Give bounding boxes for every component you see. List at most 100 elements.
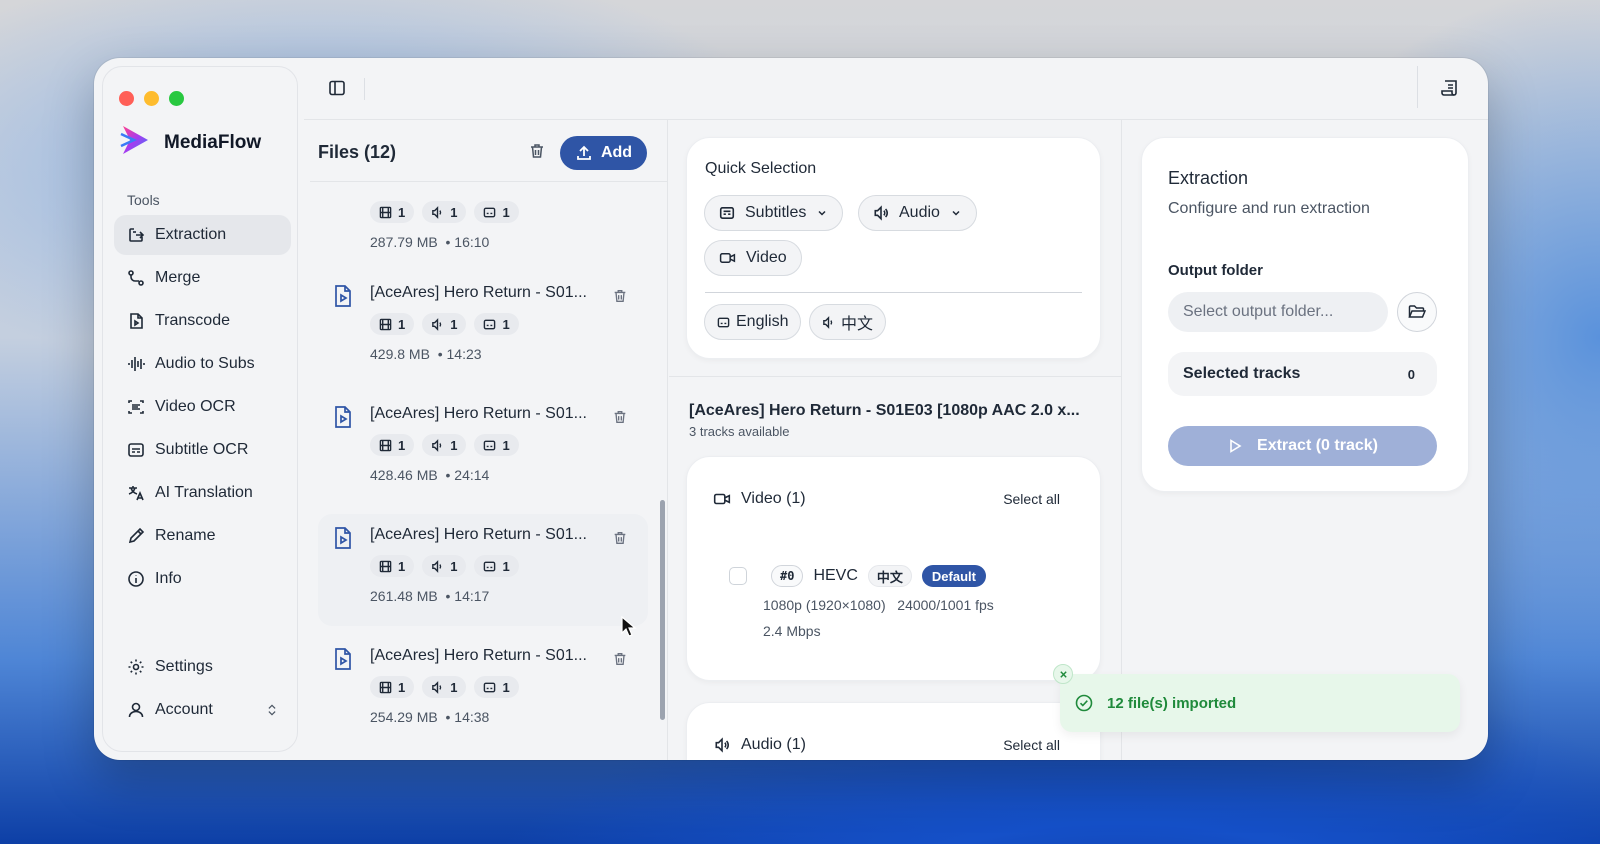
track-counts: 1 1 1 — [370, 434, 519, 456]
extraction-title: Extraction — [1168, 168, 1249, 188]
quick-selection-title: Quick Selection — [705, 160, 817, 177]
file-name: [AceAres] Hero Return - S01... — [370, 284, 587, 301]
track-language-badge: 中文 — [867, 565, 912, 587]
speaker-icon — [715, 737, 729, 753]
close-window-button[interactable] — [119, 91, 134, 106]
selected-file-name: [AceAres] Hero Return - S01E03 [1080p AA… — [689, 402, 1080, 419]
tracks-available-count: 3 tracks available — [689, 424, 790, 439]
sidebar-item-merge[interactable]: Merge — [114, 258, 291, 298]
add-files-button[interactable]: Add — [560, 136, 647, 170]
sidebar-item-label: Video OCR — [155, 398, 236, 415]
sidebar-item-label: Rename — [155, 527, 216, 544]
remove-file-trash-icon[interactable] — [612, 530, 628, 551]
file-list-scrollbar[interactable] — [660, 500, 665, 720]
toolbar-divider — [364, 78, 365, 100]
sidebar-item-rename[interactable]: Rename — [114, 516, 291, 556]
track-panel: Quick Selection Subtitles Audio Video En… — [669, 120, 1121, 760]
file-name: [AceAres] Hero Return - S01... — [370, 526, 587, 543]
subtitle-count-chip: 1 — [474, 555, 519, 577]
sidebar-item-info[interactable]: Info — [114, 559, 291, 599]
output-folder-label: Output folder — [1168, 262, 1263, 279]
user-icon — [128, 702, 144, 718]
video-select-all-button[interactable]: Select all — [1003, 491, 1060, 507]
subtitle-icon — [128, 443, 144, 457]
audio-section-header: Audio (1) — [713, 736, 806, 754]
sidebar: MediaFlow Tools Extraction Merge Transco… — [102, 66, 298, 752]
maximize-window-button[interactable] — [169, 91, 184, 106]
subtitles-dropdown[interactable]: Subtitles — [704, 195, 844, 231]
sidebar-item-label: Extraction — [155, 226, 227, 243]
sidebar-item-ai-translation[interactable]: AI Translation — [114, 473, 291, 513]
language-english-button[interactable]: English — [704, 304, 802, 340]
sidebar-item-subtitle-ocr[interactable]: Subtitle OCR — [114, 430, 291, 470]
quick-selection-divider — [705, 292, 1082, 293]
sidebar-item-extraction[interactable]: Extraction — [114, 215, 291, 255]
file-list-item[interactable]: [AceAres] Hero Return - S01... 1 1 1 429… — [318, 272, 648, 384]
video-file-icon — [332, 405, 354, 434]
speaker-icon — [432, 559, 442, 573]
video-count-chip: 1 — [370, 434, 415, 456]
language-chinese-button[interactable]: 中文 — [809, 304, 887, 340]
remove-file-trash-icon[interactable] — [612, 409, 628, 430]
audio-count-chip: 1 — [422, 555, 467, 577]
minimize-window-button[interactable] — [144, 91, 159, 106]
file-name: [AceAres] Hero Return - S01... — [370, 647, 587, 664]
film-icon — [379, 681, 392, 693]
chevron-up-down-icon — [268, 704, 276, 716]
subtitle-icon — [484, 207, 496, 217]
extraction-panel: Extraction Configure and run extraction … — [1121, 120, 1488, 760]
track-specs: 1080p (1920×1080) 24000/1001 fps — [763, 597, 994, 613]
log-icon[interactable] — [1440, 78, 1460, 103]
file-list-item[interactable]: [AceAres] Hero Return - S01... 1 1 1 261… — [318, 514, 648, 626]
subtitle-icon — [484, 319, 496, 329]
file-list-item[interactable]: [AceAres] Hero Return - S01... 1 1 1 254… — [318, 635, 648, 747]
track-checkbox[interactable] — [729, 567, 747, 585]
sidebar-item-label: Merge — [155, 269, 201, 286]
subtitle-icon — [484, 561, 496, 571]
scan-icon — [128, 400, 144, 414]
play-icon — [1230, 439, 1242, 453]
subtitle-icon — [484, 440, 496, 450]
track-resolution: 1080p (1920×1080) — [763, 597, 886, 613]
sidebar-item-video-ocr[interactable]: Video OCR — [114, 387, 291, 427]
subtitle-icon — [484, 682, 496, 692]
sidebar-item-account[interactable]: Account — [114, 690, 291, 730]
browse-folder-button[interactable] — [1397, 292, 1437, 332]
chevron-down-icon — [818, 210, 826, 216]
file-list-item[interactable]: [AceAres] Hero Return - S01... 1 1 1 428… — [318, 393, 648, 505]
video-count-chip: 1 — [370, 201, 415, 223]
toast-close-button[interactable] — [1053, 664, 1073, 684]
import-toast: 12 file(s) imported — [1053, 664, 1460, 732]
video-file-icon — [332, 647, 354, 676]
sidebar-toggle-icon[interactable] — [327, 78, 347, 103]
remove-file-trash-icon[interactable] — [612, 651, 628, 672]
files-panel: Files (12) Add 1 1 1 287.79 MB • 16:10 [… — [310, 120, 668, 760]
file-meta: 261.48 MB • 14:17 — [370, 588, 490, 604]
track-counts: 1 1 1 — [370, 676, 519, 698]
video-filter-button[interactable]: Video — [704, 240, 802, 276]
sidebar-item-audio-to-subs[interactable]: Audio to Subs — [114, 344, 291, 384]
subtitle-count-chip: 1 — [474, 313, 519, 335]
remove-file-trash-icon[interactable] — [612, 288, 628, 309]
close-icon — [1059, 670, 1067, 678]
audio-dropdown[interactable]: Audio — [858, 195, 977, 231]
speaker-icon — [874, 205, 888, 221]
track-counts: 1 1 1 — [370, 555, 519, 577]
sidebar-item-label: Subtitle OCR — [155, 441, 249, 458]
info-icon — [128, 571, 144, 587]
film-icon — [379, 206, 392, 218]
sidebar-item-settings[interactable]: Settings — [114, 647, 291, 687]
audio-select-all-button[interactable]: Select all — [1003, 737, 1060, 753]
extract-button[interactable]: Extract (0 track) — [1168, 426, 1437, 466]
output-folder-input[interactable] — [1168, 292, 1388, 332]
sidebar-item-label: Info — [155, 570, 182, 587]
clear-files-trash-icon[interactable] — [528, 142, 546, 165]
camera-icon — [713, 493, 731, 505]
track-bitrate: 2.4 Mbps — [763, 623, 821, 639]
sidebar-item-transcode[interactable]: Transcode — [114, 301, 291, 341]
audio-tracks-card: Audio (1) Select all — [686, 702, 1101, 760]
camera-icon — [719, 253, 736, 263]
chevron-down-icon — [952, 210, 960, 216]
panel-divider — [669, 376, 1121, 377]
film-icon — [379, 560, 392, 572]
